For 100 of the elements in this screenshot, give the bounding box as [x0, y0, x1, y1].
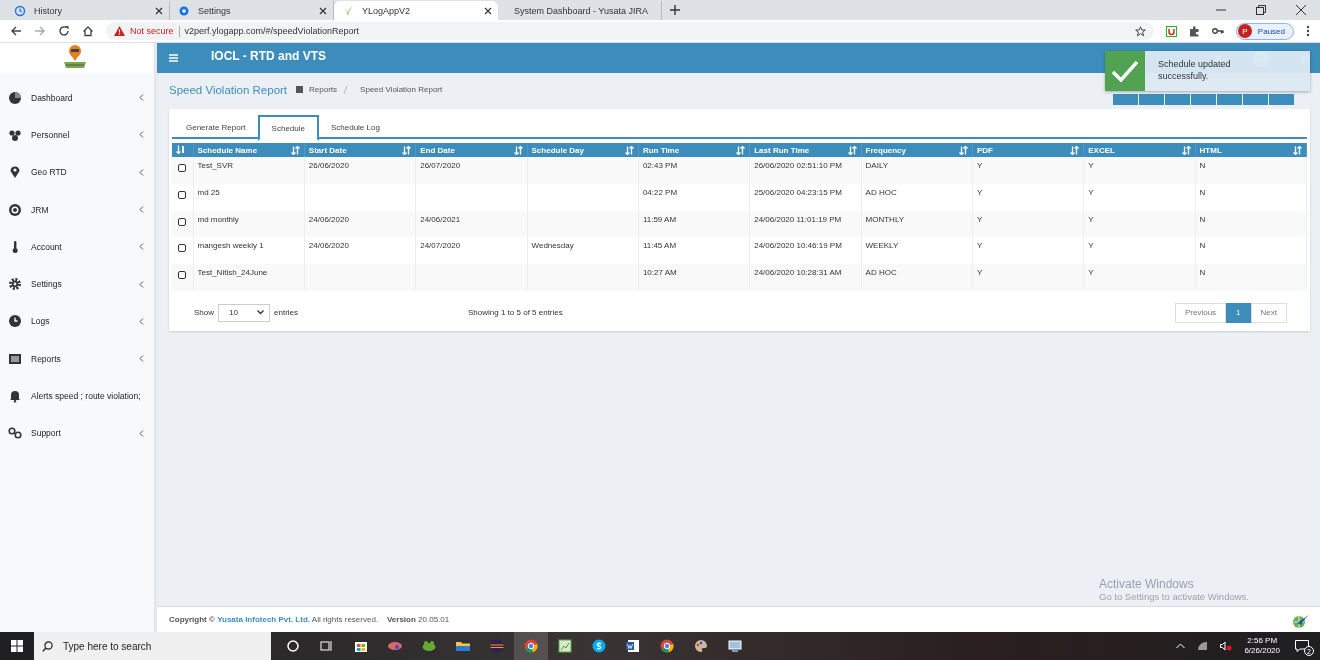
show-label: Show	[194, 308, 214, 318]
restore-icon[interactable]	[1256, 5, 1266, 15]
browser-tab[interactable]: YLogAppV2	[334, 1, 498, 20]
table-cell: 11:59 AM	[642, 214, 677, 224]
settings-icon	[8, 277, 22, 292]
checkmark-icon	[1105, 51, 1145, 91]
row-checkbox[interactable]	[178, 271, 186, 280]
clock-time: 2:56 PM	[1247, 635, 1278, 646]
address-field[interactable]: Not secure v2perf.ylogapp.com/#/speedViolationReport	[106, 22, 1154, 40]
sort-icon[interactable]	[290, 145, 300, 155]
page-button[interactable]: 1	[1226, 303, 1251, 323]
table-cell: Y	[976, 268, 983, 278]
table-cell: 11:45 AM	[642, 241, 677, 251]
key-icon[interactable]	[1211, 27, 1224, 35]
table-cell: Test_SVR	[197, 161, 234, 170]
table-cell: 24/06/2021	[420, 214, 461, 224]
table-cell: 26/06/2020	[308, 161, 349, 170]
close-icon[interactable]	[484, 6, 492, 15]
sidebar-item[interactable]: Support	[0, 414, 154, 452]
search-icon	[42, 640, 53, 652]
activation-text: Go to Settings to activate Windows.	[1099, 591, 1250, 602]
sort-icon[interactable]	[847, 145, 857, 155]
chevron-icon	[139, 355, 144, 363]
sidebar-item[interactable]: Account	[0, 228, 154, 266]
tab-title: History	[34, 5, 63, 16]
page-button[interactable]: Previous	[1174, 303, 1227, 323]
caret-up-icon[interactable]	[1176, 643, 1186, 649]
sidebar-item[interactable]: Settings	[0, 265, 154, 303]
sort-icon[interactable]	[736, 145, 746, 155]
network-icon[interactable]	[1197, 641, 1209, 651]
puzzle-icon[interactable]	[1188, 25, 1200, 37]
star-icon[interactable]	[1134, 25, 1146, 37]
sort-icon[interactable]	[624, 145, 634, 155]
chevron-icon	[139, 206, 144, 214]
tab[interactable]: Schedule	[257, 115, 319, 141]
sidebar-item[interactable]: JRM	[0, 190, 154, 229]
map-logo-icon	[62, 43, 88, 69]
settings-icon	[178, 4, 190, 17]
muted-speaker-icon[interactable]	[1220, 641, 1233, 651]
table-cell: N	[1199, 161, 1206, 170]
clock-date: 6/26/2020	[1244, 646, 1280, 657]
frog-app-icon	[421, 638, 437, 654]
clock[interactable]: 2:56 PM 6/26/2020	[1244, 635, 1280, 657]
column-header[interactable]: PDF	[976, 145, 993, 155]
chrome-icon	[523, 638, 539, 654]
sidebar-item[interactable]: Geo RTD	[0, 153, 154, 191]
table-cell: Y	[1088, 268, 1094, 278]
page-size-select[interactable]: 10	[218, 304, 270, 322]
profile-button[interactable]: P Paused	[1235, 22, 1294, 40]
reload-icon[interactable]	[58, 25, 70, 37]
table-cell: AD HOC	[865, 187, 897, 197]
breadcrumb-link[interactable]: Reports	[309, 85, 338, 94]
shield-extension-icon[interactable]	[1165, 25, 1177, 37]
row-checkbox[interactable]	[178, 190, 186, 199]
sidebar-item[interactable]: Alerts speed ; route violation;	[0, 377, 154, 415]
tab[interactable]: Schedule Log	[318, 115, 392, 139]
close-icon[interactable]	[1296, 5, 1306, 15]
close-icon[interactable]	[319, 6, 327, 15]
table-cell: 24/06/2020 10:28:31 AM	[754, 268, 842, 278]
tab[interactable]: Generate Report	[174, 115, 258, 139]
table-cell: md monthly	[197, 214, 239, 224]
windows-start-icon[interactable]	[11, 640, 23, 652]
table-cell: Wednesday	[531, 241, 574, 251]
sort-icon[interactable]	[1181, 145, 1191, 155]
clock-icon	[8, 314, 22, 329]
sort-icon[interactable]	[402, 145, 412, 155]
sort-icon[interactable]	[513, 145, 523, 155]
tab-title: System Dashboard - Yusata JIRA	[514, 5, 648, 16]
table-cell: 24/06/2020	[308, 214, 349, 224]
sort-icon[interactable]	[958, 145, 968, 155]
sidebar-item[interactable]: Logs	[0, 302, 154, 341]
company-link[interactable]: Yusata Infotech Pvt. Ltd.	[217, 615, 311, 624]
column-header[interactable]: EXCEL	[1088, 145, 1115, 155]
table-cell: AD HOC	[865, 268, 897, 278]
table-cell: md 25	[197, 187, 220, 197]
sort-icon[interactable]	[1293, 145, 1302, 155]
profile-status: Paused	[1257, 26, 1285, 36]
warning-icon	[114, 26, 125, 36]
home-icon[interactable]	[82, 25, 94, 37]
column-header[interactable]: HTML	[1199, 145, 1222, 155]
row-checkbox[interactable]	[178, 244, 186, 253]
more-icon[interactable]	[1306, 25, 1310, 37]
menu-icon[interactable]	[169, 54, 178, 62]
row-checkbox[interactable]	[178, 217, 186, 226]
pie-chart-icon	[8, 90, 22, 105]
sidebar-item[interactable]: Personnel	[0, 116, 154, 154]
url-text: v2perf.ylogapp.com/#/speedViolationReport	[184, 26, 359, 36]
remote-desktop-icon	[727, 638, 743, 654]
page-button[interactable]: Next	[1250, 303, 1287, 323]
row-checkbox[interactable]	[178, 164, 186, 172]
close-icon[interactable]	[155, 6, 163, 15]
copyright-text: Copyright © Yusata Infotech Pvt. Ltd. All rights reserved. Version 20.05.01	[169, 615, 450, 624]
sidebar-item[interactable]: Dashboard	[0, 79, 154, 117]
back-icon[interactable]	[10, 25, 22, 37]
sort-descending-icon[interactable]	[176, 144, 185, 154]
taskbar-search-field[interactable]: Type here to search	[34, 632, 271, 660]
sidebar-item[interactable]: Reports	[0, 340, 154, 378]
new-tab-icon[interactable]	[670, 5, 680, 15]
list-icon	[8, 351, 22, 366]
sort-icon[interactable]	[1070, 145, 1080, 155]
